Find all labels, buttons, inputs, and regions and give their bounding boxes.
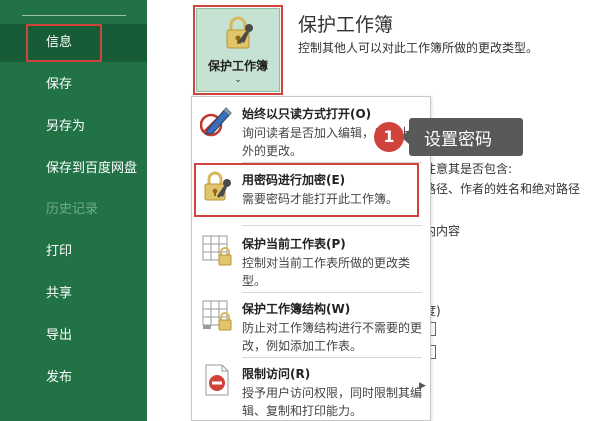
menu-divider xyxy=(242,357,422,358)
section-description: 控制其他人可以对此工作簿所做的更改类型。 xyxy=(298,41,539,55)
sidebar-item-label: 打印 xyxy=(46,244,73,259)
menu-divider xyxy=(242,162,422,163)
section-title: 保护工作簿 xyxy=(298,14,394,36)
sidebar-item-label: 发布 xyxy=(46,370,73,385)
menu-item-description: 需要密码才能打开此工作簿。 xyxy=(242,192,399,206)
menu-item-title: 限制访问(R) xyxy=(242,367,311,381)
sidebar-item-history: 历史记录 xyxy=(0,191,147,229)
inspect-text-2: 路径、作者的姓名和绝对路径 xyxy=(424,182,581,196)
sidebar-item-label: 保存到百度网盘 xyxy=(46,161,138,176)
restrict-access-icon xyxy=(205,364,229,396)
sidebar-item-save-to-baidu[interactable]: 保存到百度网盘 xyxy=(0,150,147,188)
workbook-structure-lock-icon xyxy=(202,300,232,331)
sidebar-item-info[interactable]: 信息 xyxy=(0,24,147,62)
sidebar-item-save-as[interactable]: 另存为 xyxy=(0,108,147,146)
sidebar-item-export[interactable]: 导出 xyxy=(0,317,147,355)
lock-key-icon xyxy=(226,16,253,49)
protect-workbook-label: 保护工作簿 xyxy=(207,59,268,73)
menu-item-description: 控制对当前工作表所做的更改类型。 xyxy=(242,256,411,288)
sidebar-item-publish[interactable]: 发布 xyxy=(0,359,147,397)
callout-text: 设置密码 xyxy=(424,130,492,150)
sidebar-item-label: 共享 xyxy=(46,286,73,301)
menu-item-restrict-access[interactable]: 限制访问(R) 授予用户访问权限，同时限制其编辑、复制和打印能力。 ▶ xyxy=(192,361,430,421)
protect-workbook-button[interactable]: 保护工作簿 ⌄ xyxy=(196,8,280,92)
inspect-text-1: 注意其是否包含: xyxy=(424,162,513,176)
sidebar-item-save[interactable]: 保存 xyxy=(0,66,147,104)
submenu-arrow-icon: ▶ xyxy=(419,381,426,391)
sidebar-item-print[interactable]: 打印 xyxy=(0,233,147,271)
menu-item-title: 始终以只读方式打开(O) xyxy=(242,107,372,121)
sidebar-item-label: 保存 xyxy=(46,77,73,92)
sidebar-item-label: 导出 xyxy=(46,328,73,343)
menu-divider xyxy=(242,292,422,293)
sidebar-divider xyxy=(22,15,126,16)
pencil-read-only-icon xyxy=(200,107,232,137)
sidebar-item-label: 信息 xyxy=(46,35,73,50)
menu-item-description: 授予用户访问权限，同时限制其编辑、复制和打印能力。 xyxy=(242,386,423,418)
sheet-lock-icon xyxy=(202,235,232,266)
sidebar-item-label: 另存为 xyxy=(46,119,86,134)
menu-item-title: 保护当前工作表(P) xyxy=(242,237,346,251)
menu-item-encrypt-with-password[interactable]: 用密码进行加密(E) 需要密码才能打开此工作簿。 xyxy=(192,167,430,215)
menu-item-description: 防止对工作簿结构进行不需要的更改，例如添加工作表。 xyxy=(242,321,423,353)
menu-divider xyxy=(242,225,422,226)
chevron-down-icon: ⌄ xyxy=(234,75,242,85)
menu-item-title: 用密码进行加密(E) xyxy=(242,173,346,187)
sidebar-item-share[interactable]: 共享 xyxy=(0,275,147,313)
menu-item-protect-current-sheet[interactable]: 保护当前工作表(P) 控制对当前工作表所做的更改类型。 xyxy=(192,231,430,291)
backstage-sidebar: 信息 保存 另存为 保存到百度网盘 历史记录 打印 共享 导出 发布 xyxy=(0,0,147,421)
sidebar-item-label: 历史记录 xyxy=(46,202,99,217)
lock-key-icon xyxy=(204,171,231,201)
menu-item-protect-workbook-structure[interactable]: 保护工作簿结构(W) 防止对工作簿结构进行不需要的更改，例如添加工作表。 xyxy=(192,296,430,356)
step-number-badge: 1 xyxy=(374,122,404,152)
menu-item-title: 保护工作簿结构(W) xyxy=(242,302,351,316)
